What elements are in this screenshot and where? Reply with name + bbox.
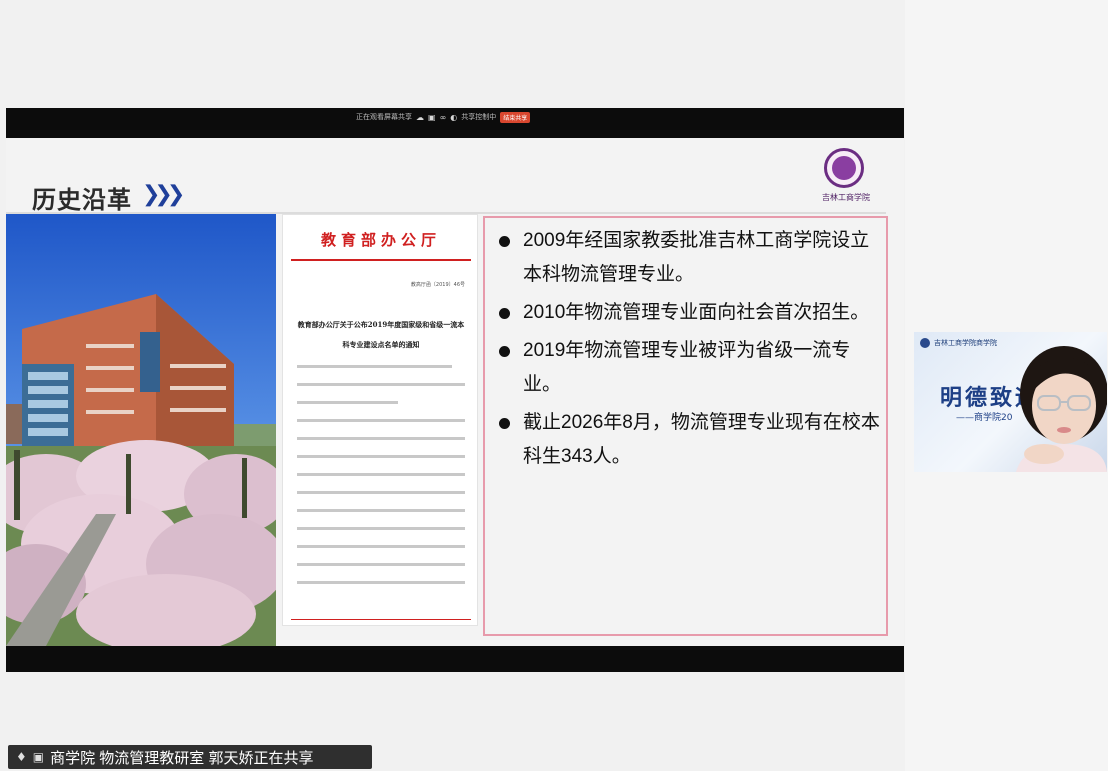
screen-share-icon[interactable]: ▣ <box>33 750 44 764</box>
participant-video-tile[interactable]: 吉林工商学院商学院 明德致远 ——商学院20 <box>914 332 1107 472</box>
bullet-item: 2019年物流管理专业被评为省级一流专业。 <box>497 334 885 402</box>
document-header: 教育部办公厅 <box>320 231 441 249</box>
bullet-item: 截止2026年8月，物流管理专业现有在校本科生343人。 <box>497 406 885 474</box>
bullet-text: 2019年物流管理专业被评为省级一流专业。 <box>523 340 851 395</box>
notice-document: 教育部办公厅 教高厅函〔2019〕46号 教育部办公厅关于公布2019年度国家级… <box>282 214 478 626</box>
document-number: 教高厅函〔2019〕46号 <box>410 282 465 288</box>
share-info-text: 正在观看屏幕共享 <box>356 113 412 121</box>
bullet-item: 2010年物流管理专业面向社会首次招生。 <box>497 296 885 330</box>
sharing-status-text: 商学院 物流管理教研室 郭天娇正在共享 <box>50 749 314 767</box>
document-body-text <box>297 365 465 599</box>
share-control-button[interactable]: 共享控制中 <box>461 112 496 122</box>
bullet-icon <box>499 346 510 357</box>
glasses-icon[interactable]: ∞ <box>440 113 447 122</box>
presentation-slide: 历史沿革 ❯❯❯ 吉林工商学院 教育部办公厅 教高厅函〔2019〕46号 教育部… <box>6 138 904 646</box>
share-toolbar: 正在观看屏幕共享 ☁ ▣ ∞ ◐ 共享控制中 结束共享 <box>356 110 552 124</box>
university-logo: 吉林工商学院 <box>804 148 888 206</box>
bullet-item: 2009年经国家教委批准吉林工商学院设立本科物流管理专业。 <box>497 224 885 292</box>
bullet-text: 2010年物流管理专业面向社会首次招生。 <box>523 302 870 323</box>
slide-title: 历史沿革 <box>32 186 132 214</box>
history-text-box: 2009年经国家教委批准吉林工商学院设立本科物流管理专业。 2010年物流管理专… <box>483 216 888 636</box>
cloud-icon[interactable]: ☁ <box>416 113 424 122</box>
campus-photo <box>6 214 276 646</box>
bullet-icon <box>499 308 510 319</box>
stop-share-button[interactable]: 结束共享 <box>500 111 531 123</box>
document-redline <box>291 259 471 261</box>
document-footer-line <box>291 619 471 620</box>
monitor-icon[interactable]: ▣ <box>428 113 436 122</box>
bullet-icon <box>499 236 510 247</box>
bullet-text: 2009年经国家教委批准吉林工商学院设立本科物流管理专业。 <box>523 230 870 285</box>
logo-text: 吉林工商学院 <box>822 193 870 202</box>
bullet-icon <box>499 418 510 429</box>
microphone-icon[interactable]: ♦ <box>16 750 27 764</box>
chevron-right-icon: ❯❯❯ <box>142 182 185 207</box>
bullet-text: 截止2026年8月，物流管理专业现有在校本科生343人。 <box>523 412 880 467</box>
sharing-status-bar: ♦ ▣ 商学院 物流管理教研室 郭天娇正在共享 <box>8 745 372 769</box>
participant-avatar <box>1016 346 1107 472</box>
history-bullets: 2009年经国家教委批准吉林工商学院设立本科物流管理专业。 2010年物流管理专… <box>497 224 885 478</box>
document-title: 教育部办公厅关于公布2019年度国家级和省级一流本科专业建设点名单的通知 <box>297 320 465 349</box>
control-icon[interactable]: ◐ <box>450 113 457 122</box>
